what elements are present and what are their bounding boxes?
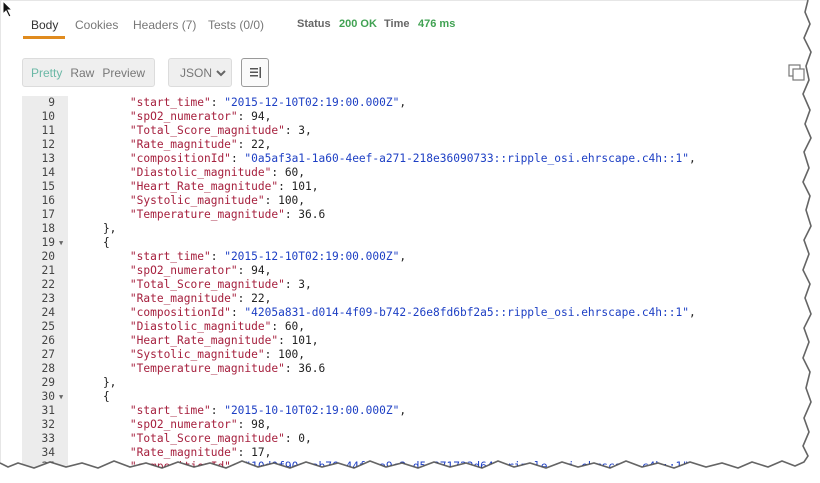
response-panel: Body Cookies Headers (7) Tests (0/0) Sta…	[0, 0, 820, 483]
torn-paper-edge	[0, 0, 820, 483]
